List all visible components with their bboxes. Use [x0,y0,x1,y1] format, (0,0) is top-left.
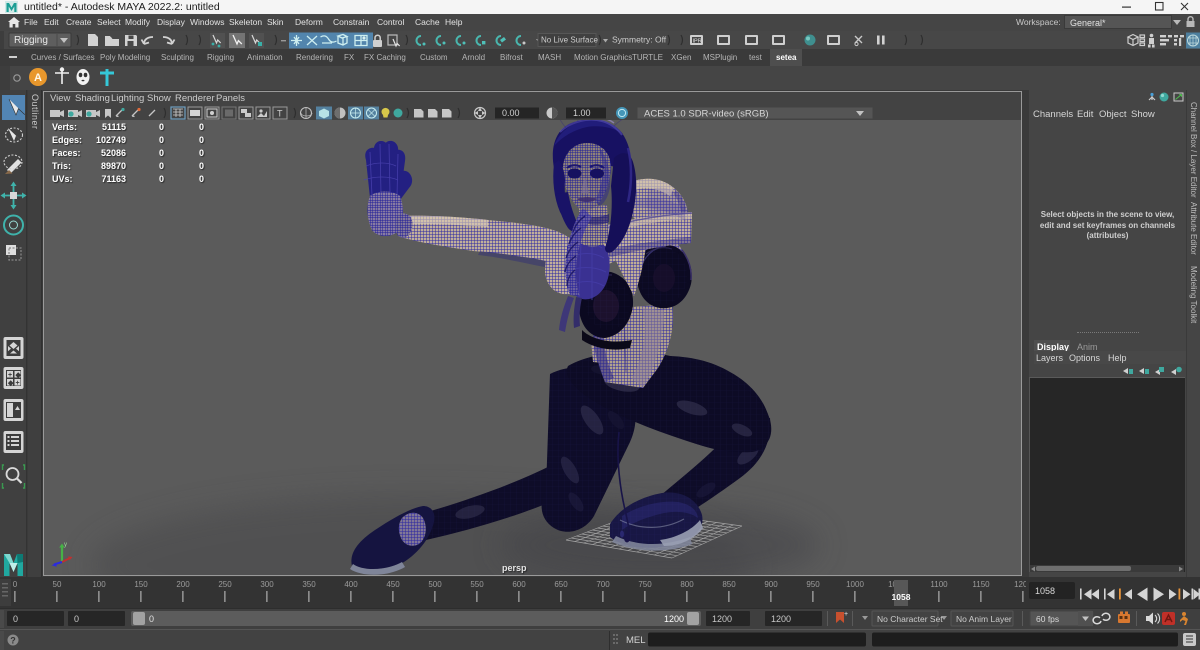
svg-text:A: A [34,72,42,84]
svg-text:◆: ◆ [15,372,22,379]
svg-text:?: ? [10,636,16,646]
svg-text:600: 600 [512,580,526,589]
svg-text:1150: 1150 [972,580,990,589]
svg-text:+: + [8,372,12,379]
svg-text:1200: 1200 [771,614,791,624]
svg-text:IPR: IPR [693,39,702,45]
svg-text:y: y [64,542,67,548]
svg-text:◆: ◆ [7,380,14,387]
svg-text:0: 0 [13,580,18,589]
svg-text:850: 850 [722,580,736,589]
svg-text:0: 0 [13,614,18,624]
svg-text:550: 550 [470,580,484,589]
svg-text:1058: 1058 [1035,586,1055,596]
svg-text:0: 0 [149,614,154,624]
svg-text:0: 0 [74,614,79,624]
svg-text:Symmetry: Off: Symmetry: Off [612,35,667,45]
svg-text:1058: 1058 [892,592,911,602]
svg-text:1000: 1000 [846,580,864,589]
svg-text:+: + [16,380,20,387]
svg-text:450: 450 [386,580,400,589]
svg-text:1.00: 1.00 [573,108,591,118]
svg-text:No Anim Layer: No Anim Layer [956,614,1012,624]
svg-text:ACES 1.0 SDR-video (sRGB): ACES 1.0 SDR-video (sRGB) [644,109,769,120]
svg-text:350: 350 [302,580,316,589]
svg-text:500: 500 [428,580,442,589]
svg-text:300: 300 [260,580,274,589]
svg-text:250: 250 [218,580,232,589]
svg-text:650: 650 [554,580,568,589]
svg-text:200: 200 [176,580,190,589]
svg-text:No Character Set: No Character Set [877,614,943,624]
svg-text:800: 800 [680,580,694,589]
svg-text:900: 900 [764,580,778,589]
svg-text:400: 400 [344,580,358,589]
svg-text:700: 700 [596,580,610,589]
svg-text:1200: 1200 [664,614,684,624]
svg-text:50: 50 [53,580,62,589]
svg-text:60 fps: 60 fps [1036,614,1059,624]
svg-text:Rigging: Rigging [14,35,48,46]
svg-text:950: 950 [806,580,820,589]
svg-text:+: + [844,611,848,618]
svg-text:750: 750 [638,580,652,589]
svg-text:1100: 1100 [930,580,948,589]
svg-text:150: 150 [134,580,148,589]
svg-text:No Live Surface: No Live Surface [541,36,598,45]
svg-text:100: 100 [92,580,106,589]
svg-text:MEL: MEL [626,635,646,646]
svg-text:T: T [277,109,283,119]
svg-text:1200: 1200 [712,614,732,624]
svg-text:0.00: 0.00 [502,108,520,118]
